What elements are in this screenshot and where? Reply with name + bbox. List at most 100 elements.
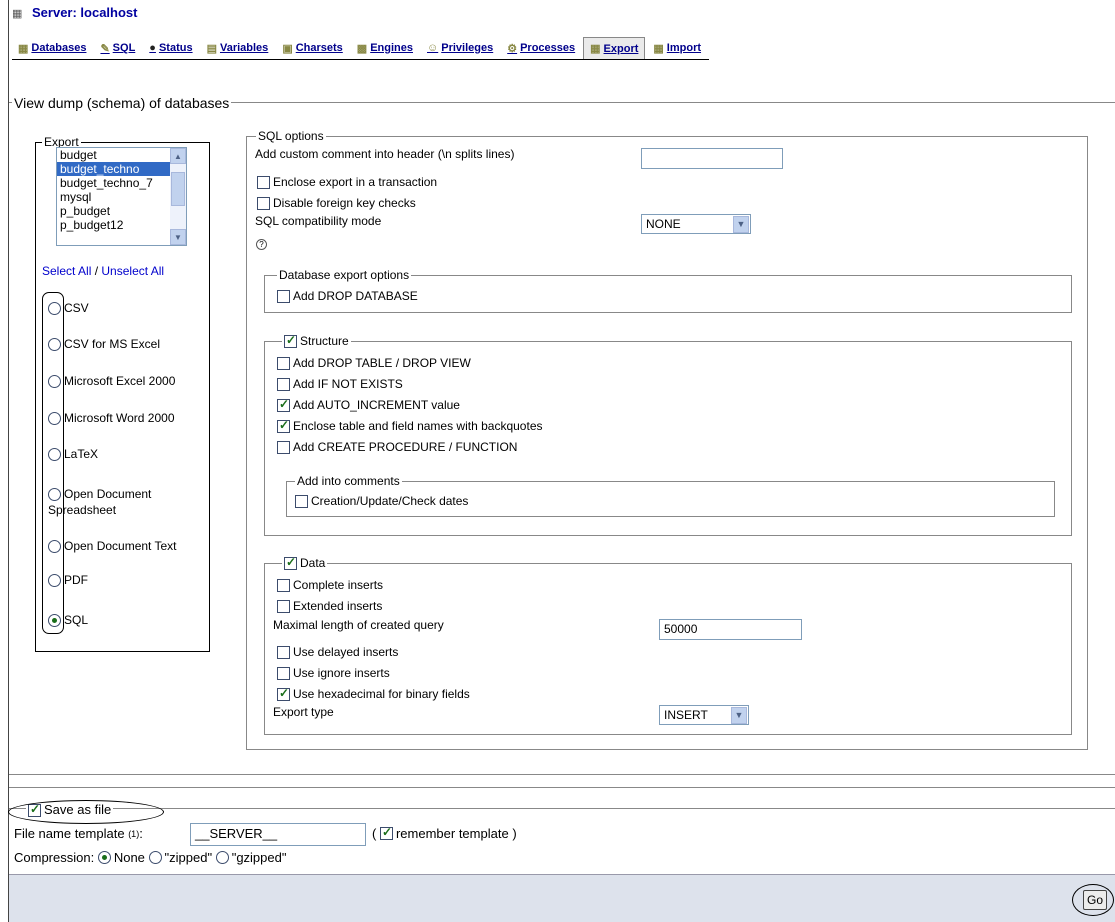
list-item[interactable]: budget_techno_7: [57, 176, 186, 190]
checkbox[interactable]: [277, 397, 290, 412]
tab-status[interactable]: ● Status: [143, 37, 198, 59]
hexadecimal-option[interactable]: Use hexadecimal for binary fields: [277, 686, 470, 701]
format-option-word[interactable]: Microsoft Word 2000: [48, 411, 175, 426]
create-procedure-option[interactable]: Add CREATE PROCEDURE / FUNCTION: [277, 440, 517, 454]
format-option-odt[interactable]: Open Document Text: [48, 539, 177, 554]
radio[interactable]: [48, 338, 61, 352]
checkbox[interactable]: [277, 599, 290, 613]
data-legend[interactable]: Data: [282, 555, 328, 571]
compression-none-radio[interactable]: [97, 851, 111, 864]
file-template-input[interactable]: __SERVER__: [190, 823, 366, 846]
radio[interactable]: [48, 574, 61, 588]
option-label: Enclose export in a transaction: [273, 175, 438, 189]
list-item[interactable]: p_budget: [57, 204, 186, 218]
tab-charsets[interactable]: ▣ Charsets: [276, 37, 348, 59]
disable-fk-option[interactable]: Disable foreign key checks: [257, 196, 416, 210]
tab-processes[interactable]: ⚙ Processes: [501, 37, 581, 59]
format-option-csv[interactable]: CSV: [48, 301, 89, 316]
enclose-transaction-option[interactable]: Enclose export in a transaction: [257, 175, 437, 189]
comments-legend: Add into comments: [295, 474, 402, 488]
checkbox[interactable]: [277, 578, 290, 592]
list-item[interactable]: mysql: [57, 190, 186, 204]
scroll-down-icon[interactable]: ▼: [170, 229, 186, 245]
tab-privileges[interactable]: ☺ Privileges: [421, 37, 499, 59]
export-type-select[interactable]: INSERT ▼: [659, 705, 749, 725]
radio[interactable]: [48, 614, 61, 628]
compression-zipped-radio[interactable]: [148, 851, 162, 864]
checkbox[interactable]: [277, 289, 290, 303]
checkbox[interactable]: [277, 645, 290, 659]
auto-increment-option[interactable]: Add AUTO_INCREMENT value: [277, 397, 460, 412]
format-option-sql[interactable]: SQL: [48, 613, 88, 628]
drop-database-option[interactable]: Add DROP DATABASE: [277, 289, 418, 303]
save-fieldset: [9, 808, 1115, 852]
sql-icon: ✎: [100, 42, 110, 55]
complete-inserts-option[interactable]: Complete inserts: [277, 578, 383, 592]
option-label: Complete inserts: [293, 578, 384, 592]
select-value: NONE: [646, 217, 681, 231]
tab-import[interactable]: ▦ Import: [647, 37, 707, 59]
tab-engines[interactable]: ▩ Engines: [351, 37, 419, 59]
checkbox[interactable]: [257, 196, 270, 210]
extended-inserts-option[interactable]: Extended inserts: [277, 599, 382, 613]
tab-export[interactable]: ▦ Export: [583, 37, 646, 59]
checkbox[interactable]: [277, 686, 290, 701]
checkbox[interactable]: [277, 356, 290, 370]
radio[interactable]: [48, 302, 61, 316]
radio[interactable]: [48, 412, 61, 426]
checkbox[interactable]: [277, 377, 290, 391]
checkbox[interactable]: [257, 175, 270, 189]
tab-variables[interactable]: ▤ Variables: [201, 37, 275, 59]
separator-bar: [9, 774, 1115, 788]
list-item[interactable]: budget: [57, 148, 186, 162]
compression-row: Compression: None "zipped" "gzipped": [14, 850, 286, 865]
tab-label: Import: [666, 42, 702, 54]
compat-mode-select[interactable]: NONE ▼: [641, 214, 751, 234]
format-option-ods[interactable]: Open Document Spreadsheet: [48, 486, 188, 518]
scroll-thumb[interactable]: [171, 172, 185, 206]
radio[interactable]: [48, 540, 61, 554]
radio[interactable]: [48, 375, 61, 389]
database-listbox[interactable]: budget budget_techno budget_techno_7 mys…: [56, 147, 187, 246]
status-icon: ●: [149, 42, 156, 54]
compression-gzipped-radio[interactable]: [215, 851, 229, 864]
unselect-all-link[interactable]: Unselect All: [101, 264, 164, 278]
if-not-exists-option[interactable]: Add IF NOT EXISTS: [277, 377, 403, 391]
format-option-latex[interactable]: LaTeX: [48, 447, 98, 462]
chevron-down-icon: ▼: [731, 706, 747, 724]
remember-template-option[interactable]: ( remember template ): [372, 825, 517, 841]
help-icon[interactable]: ?: [256, 236, 267, 250]
tab-databases[interactable]: ▦ Databases: [12, 37, 92, 59]
list-item[interactable]: budget_techno: [57, 162, 186, 176]
structure-legend[interactable]: Structure: [282, 333, 351, 349]
checkbox[interactable]: [277, 666, 290, 680]
checkbox[interactable]: [295, 494, 308, 508]
tab-label: Databases: [31, 42, 87, 54]
custom-comment-input[interactable]: [641, 148, 783, 169]
checkbox[interactable]: [379, 825, 393, 840]
drop-table-option[interactable]: Add DROP TABLE / DROP VIEW: [277, 356, 471, 370]
checkbox[interactable]: [277, 440, 290, 454]
delayed-inserts-option[interactable]: Use delayed inserts: [277, 645, 398, 659]
radio[interactable]: [48, 488, 61, 502]
format-label: Microsoft Excel 2000: [64, 374, 176, 388]
backquotes-option[interactable]: Enclose table and field names with backq…: [277, 418, 543, 433]
databases-icon: ▦: [18, 42, 29, 55]
scroll-up-icon[interactable]: ▲: [170, 148, 186, 164]
dump-legend: View dump (schema) of databases: [12, 95, 232, 111]
checkbox[interactable]: [284, 333, 297, 349]
tab-sql[interactable]: ✎ SQL: [94, 37, 141, 59]
max-query-input[interactable]: 50000: [659, 619, 802, 640]
format-label: Open Document Text: [64, 539, 177, 553]
ignore-inserts-option[interactable]: Use ignore inserts: [277, 666, 390, 680]
format-option-pdf[interactable]: PDF: [48, 573, 88, 588]
listbox-scrollbar[interactable]: ▲ ▼: [170, 148, 186, 245]
format-option-excel[interactable]: Microsoft Excel 2000: [48, 374, 176, 389]
checkbox[interactable]: [284, 555, 297, 571]
select-all-link[interactable]: Select All: [42, 264, 91, 278]
radio[interactable]: [48, 448, 61, 462]
format-option-csv-excel[interactable]: CSV for MS Excel: [48, 337, 160, 352]
list-item[interactable]: p_budget12: [57, 218, 186, 232]
creation-dates-option[interactable]: Creation/Update/Check dates: [295, 494, 468, 508]
checkbox[interactable]: [277, 418, 290, 433]
